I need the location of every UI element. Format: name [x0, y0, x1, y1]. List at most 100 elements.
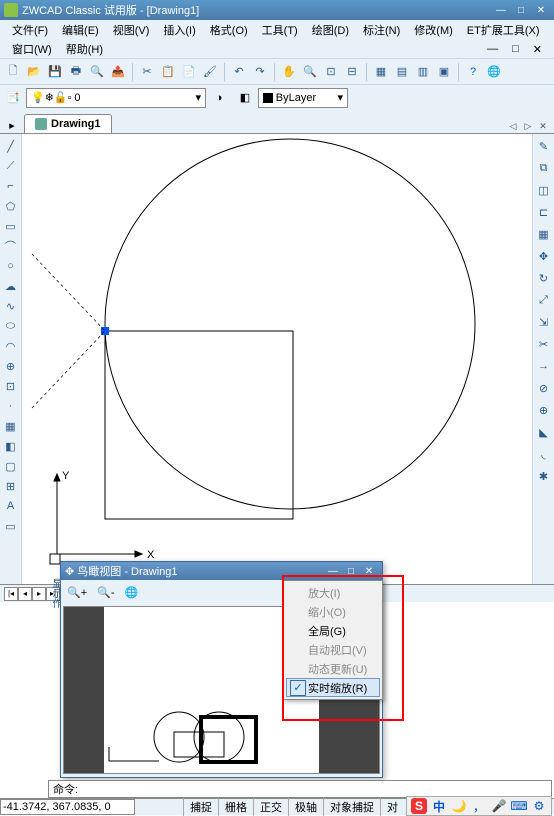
undo-icon[interactable]: ↶	[230, 63, 248, 81]
bylayer-combo[interactable]: ByLayer▾	[258, 88, 348, 108]
save-icon[interactable]: 💾	[46, 63, 64, 81]
zoom-prev-icon[interactable]: ⊟	[343, 63, 361, 81]
new-icon[interactable]: 🗋	[4, 63, 22, 81]
chamfer-icon[interactable]: ◣	[536, 424, 552, 440]
tablist-icon[interactable]: ▸	[4, 117, 20, 133]
snap-toggle[interactable]: 捕捉	[183, 798, 218, 816]
ctx-dyn-update[interactable]: 动态更新(U)	[286, 659, 380, 678]
bv-minimize-button[interactable]: —	[324, 564, 342, 578]
stretch-icon[interactable]: ⇲	[536, 314, 552, 330]
trim-icon[interactable]: ✂	[536, 336, 552, 352]
ime-mic-icon[interactable]: 🎤	[491, 798, 507, 814]
mtext-icon[interactable]: A	[3, 498, 19, 514]
zoom-icon[interactable]: 🔍	[301, 63, 319, 81]
preview-icon[interactable]: 🔍	[88, 63, 106, 81]
open-icon[interactable]: 📂	[25, 63, 43, 81]
layer-combo[interactable]: 💡❄🔓▫ 0▾	[26, 88, 206, 108]
menu-format[interactable]: 格式(O)	[204, 20, 254, 40]
copy-icon[interactable]: 📋	[159, 63, 177, 81]
props-icon[interactable]: ▦	[372, 63, 390, 81]
offset-icon[interactable]: ⊏	[536, 204, 552, 220]
menu-window[interactable]: 窗口(W)	[6, 39, 58, 59]
doc-minimize-button[interactable]: —	[481, 41, 504, 57]
ime-lang[interactable]: 中	[431, 798, 447, 814]
menu-insert[interactable]: 插入(I)	[157, 20, 201, 40]
move-icon[interactable]: ✥	[536, 248, 552, 264]
revcloud-icon[interactable]: ☁	[3, 278, 19, 294]
line-icon[interactable]: ╱	[3, 138, 19, 154]
point-icon[interactable]: ·	[3, 398, 19, 414]
close-button[interactable]: ✕	[532, 3, 550, 17]
menu-et[interactable]: ET扩展工具(X)	[461, 20, 546, 40]
bv-close-button[interactable]: ✕	[360, 564, 378, 578]
ctx-zoom-out[interactable]: 缩小(O)	[286, 602, 380, 621]
print-icon[interactable]: 🖶	[67, 63, 85, 81]
ime-bar[interactable]: S 中 🌙 ， 🎤 ⌨ ⚙	[406, 796, 552, 816]
menu-modify[interactable]: 修改(M)	[408, 20, 459, 40]
sogou-icon[interactable]: S	[411, 798, 427, 814]
sheet-icon[interactable]: ▣	[435, 63, 453, 81]
polygon-icon[interactable]: ⬠	[3, 198, 19, 214]
publish-icon[interactable]: 📤	[109, 63, 127, 81]
layer-manager-icon[interactable]: 📑	[4, 89, 22, 107]
ctx-global[interactable]: 全局(G)	[286, 621, 380, 640]
birdview-titlebar[interactable]: ✥ 鸟瞰视图 - Drawing1 — □ ✕	[61, 562, 382, 580]
menu-view[interactable]: 视图(V)	[107, 20, 156, 40]
explode-icon[interactable]: ✱	[536, 468, 552, 484]
extend-icon[interactable]: →	[536, 358, 552, 374]
next-tab-icon[interactable]: ▸	[32, 587, 46, 601]
osnap-toggle[interactable]: 对象捕捉	[323, 798, 380, 816]
bv-global-icon[interactable]: 🌐	[124, 586, 138, 599]
tab-close-icon[interactable]: ✕	[536, 119, 550, 133]
otrack-toggle[interactable]: 对	[380, 798, 404, 816]
ctx-realtime[interactable]: ✓ 实时缩放(R)	[286, 678, 380, 697]
copy-obj-icon[interactable]: ⧉	[536, 160, 552, 176]
color-icon[interactable]: ◧	[236, 89, 254, 107]
menu-draw[interactable]: 绘图(D)	[306, 20, 355, 40]
paste-icon[interactable]: 📄	[180, 63, 198, 81]
match-icon[interactable]: 🖌	[201, 63, 219, 81]
spline-icon[interactable]: ∿	[3, 298, 19, 314]
ctx-auto-view[interactable]: 自动视口(V)	[286, 640, 380, 659]
layer-prev-icon[interactable]: ◑	[210, 89, 228, 107]
first-tab-icon[interactable]: |◂	[4, 587, 18, 601]
bv-maximize-button[interactable]: □	[342, 564, 360, 578]
ime-keyboard-icon[interactable]: ⌨	[511, 798, 527, 814]
make-block-icon[interactable]: ⊡	[3, 378, 19, 394]
xline-icon[interactable]: ⟋	[3, 158, 19, 174]
ime-settings-icon[interactable]: ⚙	[531, 798, 547, 814]
coordinates[interactable]: -41.3742, 367.0835, 0	[0, 799, 135, 815]
zoom-window-icon[interactable]: ⊡	[322, 63, 340, 81]
block-icon[interactable]: ⊕	[3, 358, 19, 374]
dcenter-icon[interactable]: ▤	[393, 63, 411, 81]
region-icon[interactable]: ▢	[3, 458, 19, 474]
mirror-icon[interactable]: ◫	[536, 182, 552, 198]
join-icon[interactable]: ⊕	[536, 402, 552, 418]
tpalette-icon[interactable]: ▥	[414, 63, 432, 81]
menu-edit[interactable]: 编辑(E)	[56, 20, 105, 40]
tab-prev-icon[interactable]: ◁	[506, 119, 520, 133]
ellipse-arc-icon[interactable]: ◠	[3, 338, 19, 354]
menu-dim[interactable]: 标注(N)	[357, 20, 406, 40]
polyline-icon[interactable]: ⌐	[3, 178, 19, 194]
scale-icon[interactable]: ⤢	[536, 292, 552, 308]
polar-toggle[interactable]: 极轴	[288, 798, 323, 816]
tab-next-icon[interactable]: ▷	[521, 119, 535, 133]
menu-file[interactable]: 文件(F)	[6, 20, 54, 40]
prev-tab-icon[interactable]: ◂	[18, 587, 32, 601]
erase-icon[interactable]: ✎	[536, 138, 552, 154]
hatch-icon[interactable]: ▦	[3, 418, 19, 434]
minimize-button[interactable]: —	[492, 3, 510, 17]
maximize-button[interactable]: □	[512, 3, 530, 17]
cut-icon[interactable]: ✂	[138, 63, 156, 81]
rectangle-icon[interactable]: ▭	[3, 218, 19, 234]
bv-zoomout-icon[interactable]: 🔍-	[97, 586, 114, 599]
break-icon[interactable]: ⊘	[536, 380, 552, 396]
drawing-canvas[interactable]: X Y	[22, 134, 532, 584]
ime-moon-icon[interactable]: 🌙	[451, 798, 467, 814]
info-icon[interactable]: 🌐	[485, 63, 503, 81]
doc-restore-button[interactable]: □	[506, 41, 525, 57]
redo-icon[interactable]: ↷	[251, 63, 269, 81]
text-icon[interactable]: ▭	[3, 518, 19, 534]
grid-toggle[interactable]: 栅格	[218, 798, 253, 816]
